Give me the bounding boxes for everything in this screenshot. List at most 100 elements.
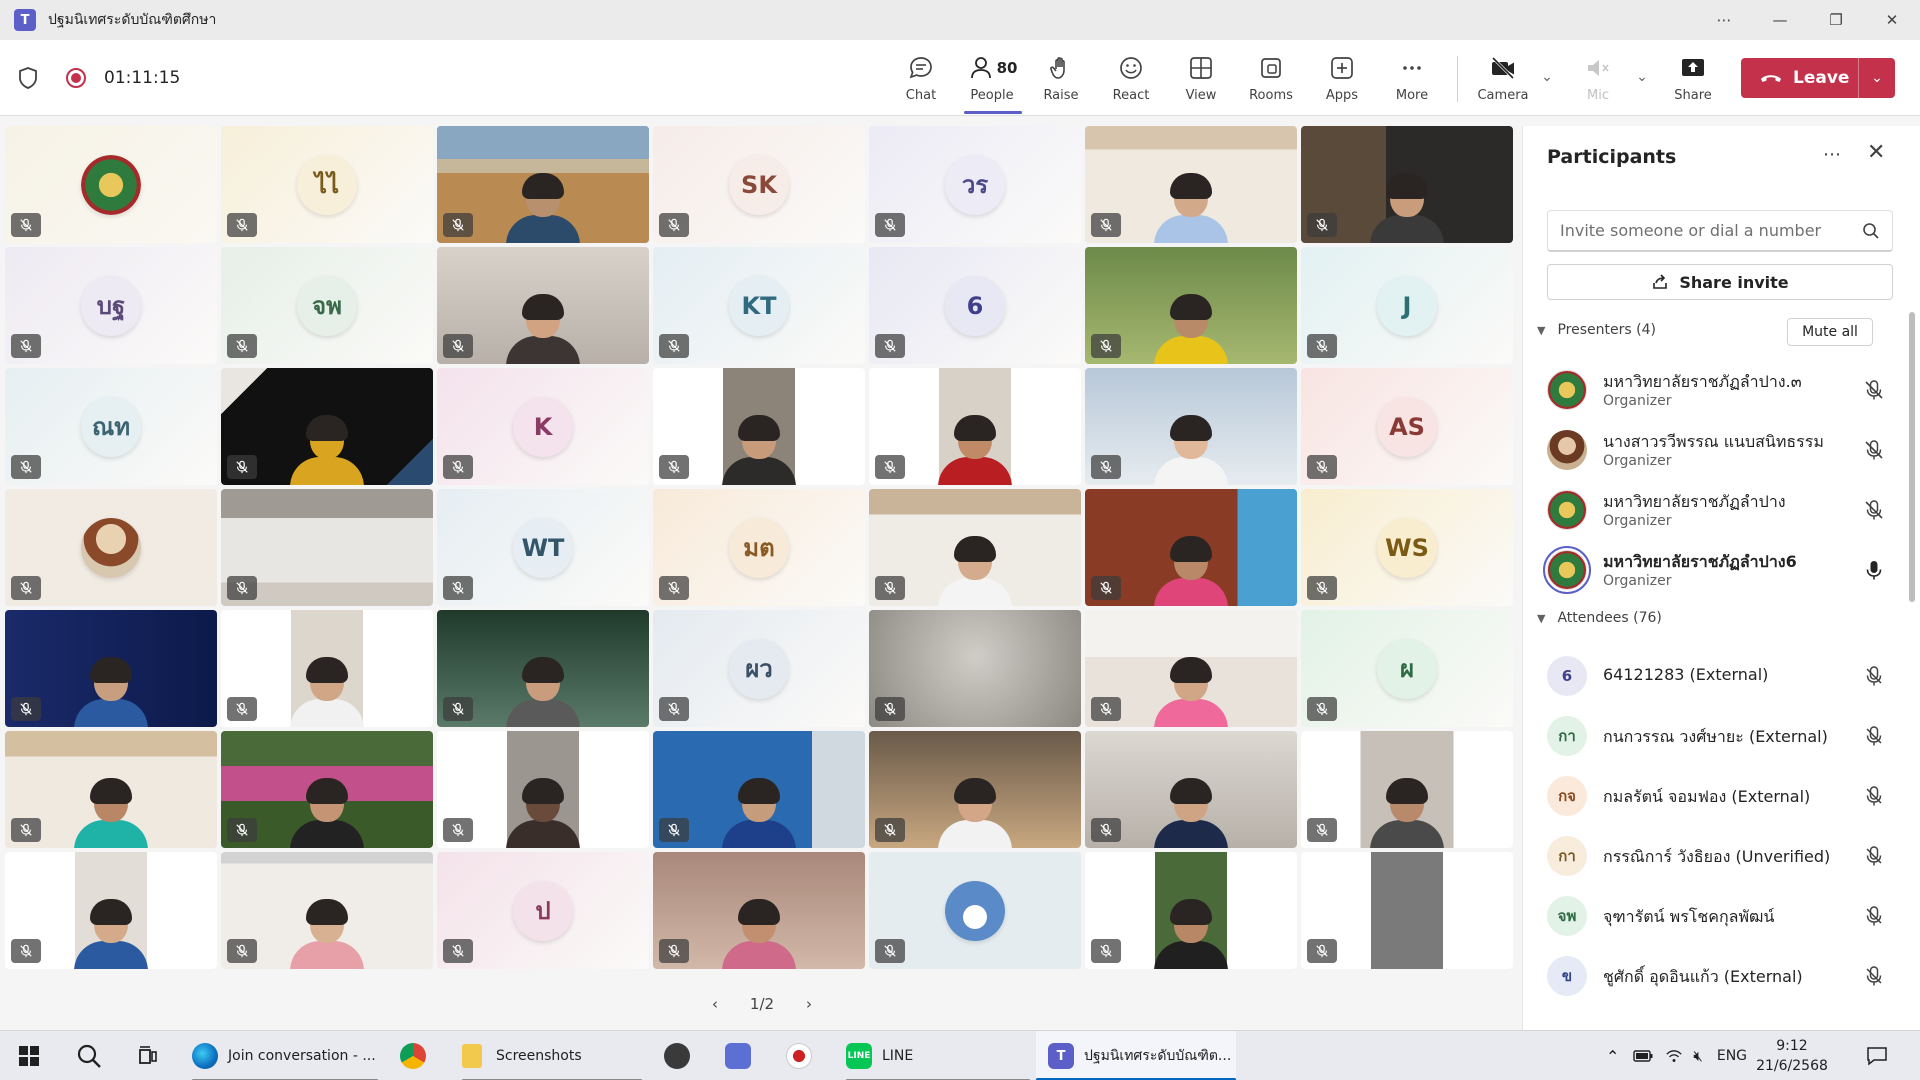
task-view-button[interactable] bbox=[136, 1031, 160, 1080]
mute-all-button[interactable]: Mute all bbox=[1787, 318, 1873, 346]
participant-tile[interactable] bbox=[1301, 731, 1513, 848]
wifi-icon[interactable] bbox=[1665, 1048, 1683, 1064]
search-icon[interactable] bbox=[1862, 222, 1880, 240]
presenter-row[interactable]: มหาวิทยาลัยราชภัฏลำปาง6 Organizer bbox=[1523, 540, 1920, 600]
mic-off-icon[interactable] bbox=[1863, 845, 1885, 867]
mic-off-icon[interactable] bbox=[1863, 725, 1885, 747]
attendees-section-toggle[interactable]: ▼ Attendees (76) bbox=[1537, 610, 1662, 626]
participant-tile[interactable] bbox=[221, 489, 433, 606]
leave-options-chevron-icon[interactable]: ⌄ bbox=[1859, 70, 1895, 86]
participant-tile[interactable] bbox=[437, 247, 649, 364]
system-clock[interactable]: 9:12 21/6/2568 bbox=[1752, 1036, 1832, 1076]
participant-tile[interactable] bbox=[1085, 610, 1297, 727]
mic-on-icon[interactable] bbox=[1863, 559, 1885, 581]
participant-tile[interactable] bbox=[1301, 852, 1513, 969]
participant-tile[interactable] bbox=[653, 852, 865, 969]
attendee-row[interactable]: กจ กมลรัตน์ จอมฟอง (External) bbox=[1523, 766, 1920, 826]
taskbar-app-emblem[interactable] bbox=[786, 1031, 812, 1080]
participant-tile[interactable]: จพ bbox=[221, 247, 433, 364]
close-icon[interactable]: ✕ bbox=[1864, 0, 1920, 40]
presenter-row[interactable]: นางสาวรวีพรรณ แนบสนิทธรรม Organizer bbox=[1523, 420, 1920, 480]
more-button[interactable]: More bbox=[1380, 50, 1444, 110]
mic-off-icon[interactable] bbox=[1863, 905, 1885, 927]
leave-button[interactable]: Leave ⌄ bbox=[1741, 58, 1895, 98]
participant-tile[interactable] bbox=[653, 368, 865, 485]
raise-hand-button[interactable]: Raise bbox=[1029, 50, 1093, 110]
participant-tile[interactable] bbox=[869, 731, 1081, 848]
taskbar-app-obs[interactable] bbox=[664, 1031, 690, 1080]
participant-tile[interactable] bbox=[869, 489, 1081, 606]
chevron-up-icon[interactable]: ⌃ bbox=[1606, 1047, 1619, 1066]
panel-scrollbar[interactable] bbox=[1909, 312, 1915, 602]
mic-off-icon[interactable] bbox=[1863, 439, 1885, 461]
rooms-button[interactable]: Rooms bbox=[1239, 50, 1303, 110]
participant-tile[interactable] bbox=[1085, 126, 1297, 243]
participant-tile[interactable] bbox=[1085, 852, 1297, 969]
camera-button[interactable]: Camera bbox=[1471, 50, 1535, 110]
participant-tile[interactable]: SK bbox=[653, 126, 865, 243]
participant-tile[interactable] bbox=[869, 610, 1081, 727]
participant-tile[interactable] bbox=[437, 610, 649, 727]
participant-tile[interactable] bbox=[1085, 247, 1297, 364]
presenter-row[interactable]: มหาวิทยาลัยราชภัฏลำปาง.๓ Organizer bbox=[1523, 360, 1920, 420]
minimize-icon[interactable]: — bbox=[1752, 0, 1808, 40]
attendee-row[interactable]: ข ชูศักดิ์ อุดอินแก้ว (External) bbox=[1523, 946, 1920, 1006]
participant-tile[interactable] bbox=[1085, 489, 1297, 606]
participant-tile[interactable]: 6 bbox=[869, 247, 1081, 364]
next-page-icon[interactable]: › bbox=[806, 995, 812, 1013]
participant-tile[interactable]: AS bbox=[1301, 368, 1513, 485]
taskbar-screenshots[interactable]: Screenshots bbox=[462, 1031, 642, 1080]
participant-tile[interactable] bbox=[5, 731, 217, 848]
start-button[interactable] bbox=[18, 1031, 40, 1080]
participant-tile[interactable] bbox=[1301, 126, 1513, 243]
previous-page-icon[interactable]: ‹ bbox=[712, 995, 718, 1013]
mic-off-icon[interactable] bbox=[1863, 379, 1885, 401]
presenters-section-toggle[interactable]: ▼ Presenters (4) bbox=[1537, 322, 1656, 338]
participant-tile[interactable]: J bbox=[1301, 247, 1513, 364]
participant-tile[interactable]: มต bbox=[653, 489, 865, 606]
taskbar-app-feedback[interactable] bbox=[725, 1031, 751, 1080]
share-invite-button[interactable]: Share invite bbox=[1547, 264, 1893, 300]
input-language[interactable]: ENG bbox=[1717, 1048, 1747, 1064]
presenter-row[interactable]: มหาวิทยาลัยราชภัฏลำปาง Organizer bbox=[1523, 480, 1920, 540]
camera-options-chevron-icon[interactable]: ⌄ bbox=[1538, 68, 1556, 86]
participant-tile[interactable]: ป bbox=[437, 852, 649, 969]
apps-button[interactable]: Apps bbox=[1310, 50, 1374, 110]
participant-tile[interactable] bbox=[221, 731, 433, 848]
mic-off-icon[interactable] bbox=[1863, 965, 1885, 987]
restore-icon[interactable]: ❐ bbox=[1808, 0, 1864, 40]
participant-tile[interactable] bbox=[869, 852, 1081, 969]
participant-tile[interactable] bbox=[869, 368, 1081, 485]
attendee-row[interactable]: จพ จุฑารัตน์ พรโชคกุลพัฒน์ bbox=[1523, 886, 1920, 946]
taskbar-search-button[interactable] bbox=[76, 1031, 102, 1080]
participant-tile[interactable] bbox=[5, 489, 217, 606]
volume-muted-icon[interactable]: 🔇︎ bbox=[1693, 1047, 1702, 1065]
panel-close-icon[interactable]: ✕ bbox=[1867, 140, 1885, 165]
view-button[interactable]: View bbox=[1169, 50, 1233, 110]
notifications-button[interactable] bbox=[1866, 1031, 1888, 1080]
participant-tile[interactable]: บฐ bbox=[5, 247, 217, 364]
chat-button[interactable]: Chat bbox=[889, 50, 953, 110]
participant-tile[interactable] bbox=[437, 126, 649, 243]
participant-tile[interactable] bbox=[653, 731, 865, 848]
share-button[interactable]: Share bbox=[1661, 50, 1725, 110]
participant-tile[interactable] bbox=[5, 610, 217, 727]
taskbar-chrome[interactable] bbox=[400, 1031, 426, 1080]
more-options-icon[interactable]: ⋯ bbox=[1696, 0, 1752, 40]
taskbar-edge[interactable]: Join conversation - ... bbox=[192, 1031, 378, 1080]
taskbar-teams[interactable]: T ปฐมนิเทศระดับบัณฑิต... bbox=[1036, 1031, 1236, 1080]
participant-tile[interactable]: K bbox=[437, 368, 649, 485]
mic-options-chevron-icon[interactable]: ⌄ bbox=[1633, 68, 1651, 86]
participant-tile[interactable] bbox=[5, 852, 217, 969]
attendee-row[interactable]: 6 64121283 (External) bbox=[1523, 646, 1920, 706]
participant-tile[interactable]: ผ bbox=[1301, 610, 1513, 727]
mic-off-icon[interactable] bbox=[1863, 665, 1885, 687]
battery-icon[interactable] bbox=[1633, 1050, 1653, 1062]
mic-off-icon[interactable] bbox=[1863, 499, 1885, 521]
mic-button[interactable]: Mic bbox=[1566, 50, 1630, 110]
participant-tile[interactable]: ณท bbox=[5, 368, 217, 485]
participant-tile[interactable] bbox=[1085, 368, 1297, 485]
attendee-row[interactable]: กา กรรณิการ์ วังธิยอง (Unverified) bbox=[1523, 826, 1920, 886]
participant-tile[interactable]: วร bbox=[869, 126, 1081, 243]
participant-tile[interactable] bbox=[1085, 731, 1297, 848]
